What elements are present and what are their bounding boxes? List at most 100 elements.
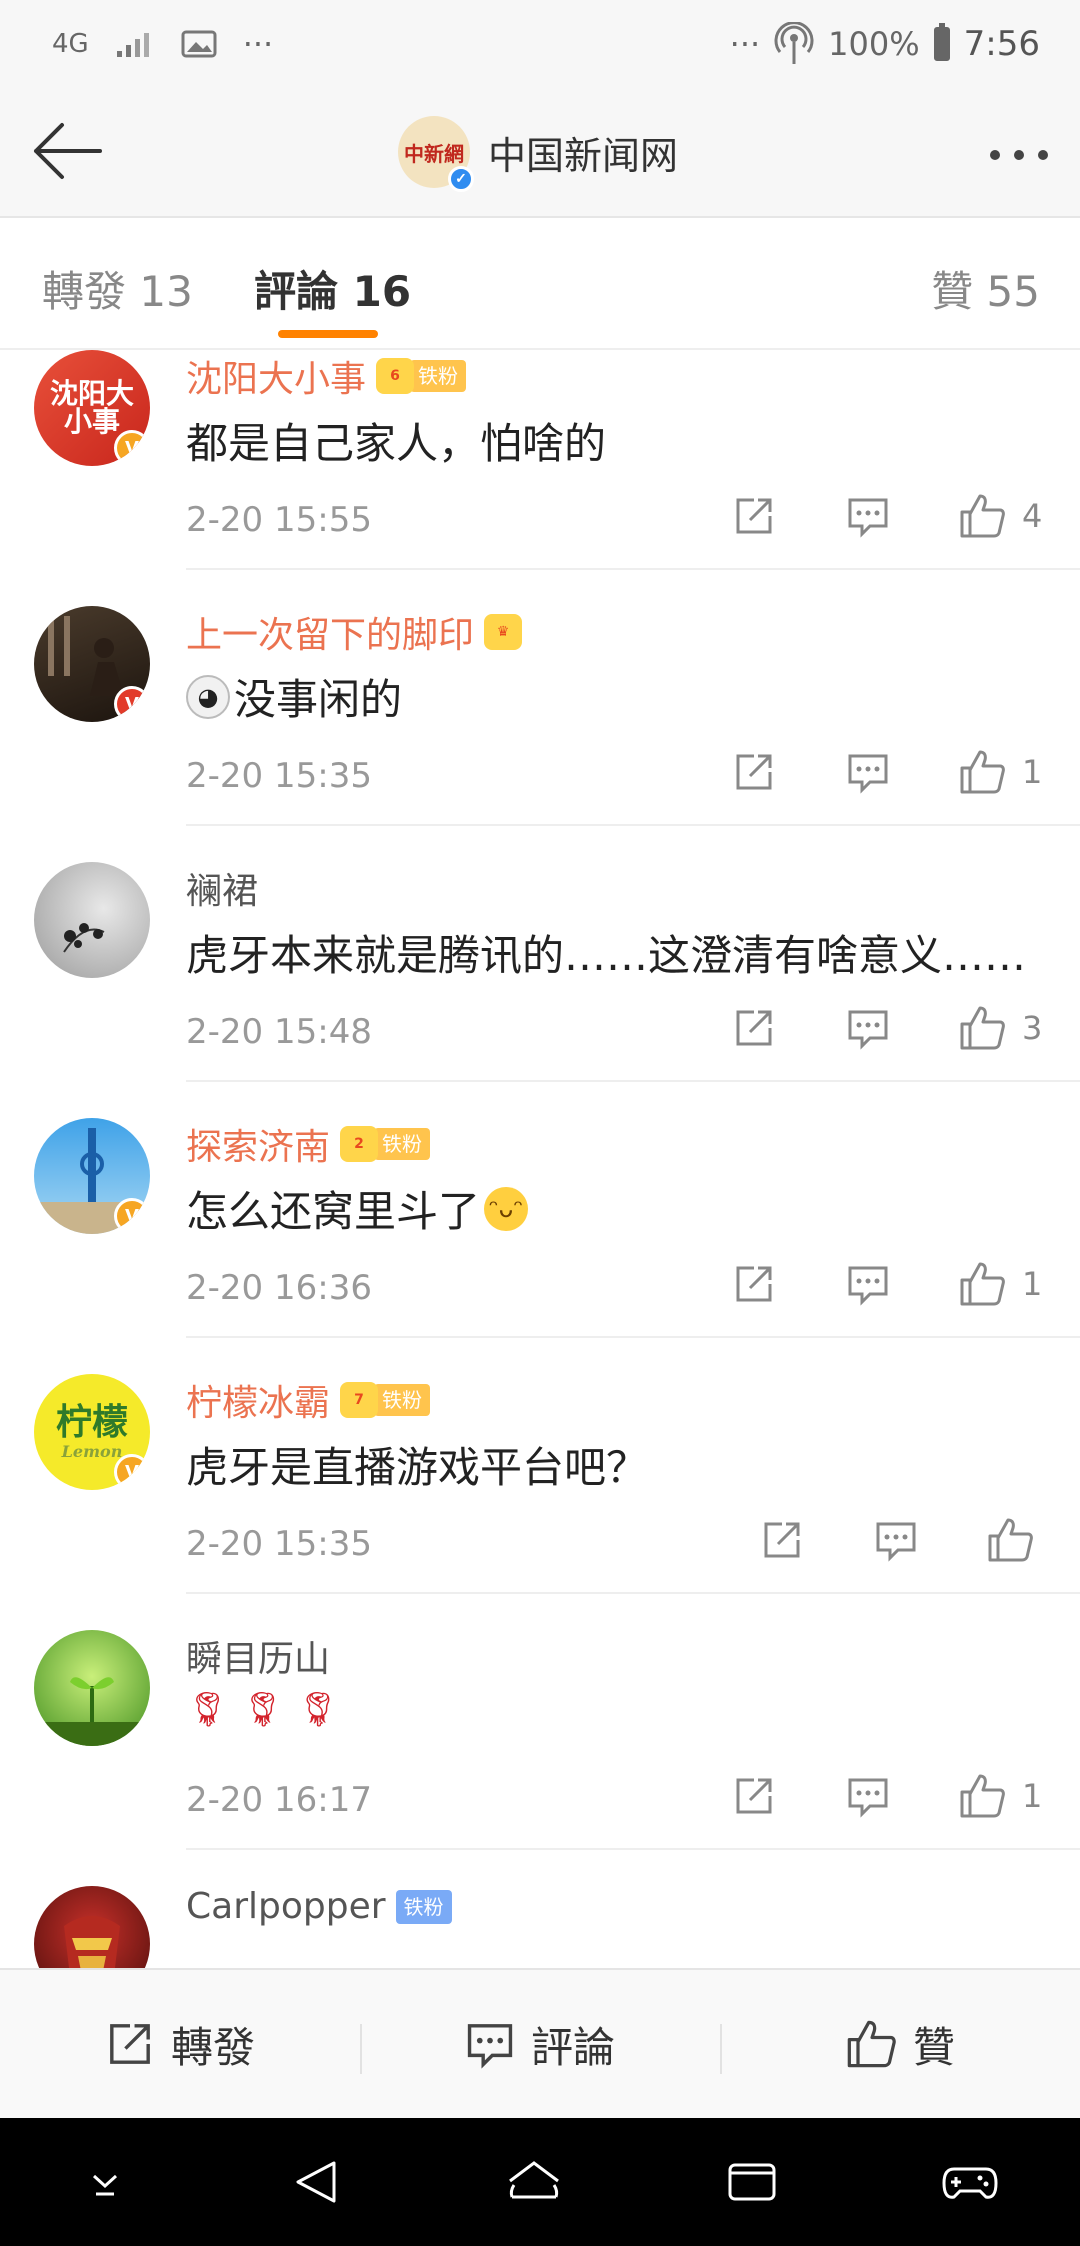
avatar[interactable]: [34, 1886, 150, 1970]
repost-icon: [110, 2024, 150, 2064]
avatar[interactable]: V: [34, 606, 150, 722]
battery-percent: 100%: [828, 25, 920, 63]
like-count: 1: [1022, 1265, 1043, 1303]
repost-button[interactable]: 轉發: [0, 2014, 360, 2075]
more-options-button[interactable]: [990, 150, 1048, 160]
comment-item[interactable]: V 探索济南 2 铁粉 怎么还窝里斗了 ᵔᴗᵔ 2-20 16:36 1: [0, 1118, 1080, 1374]
comment-username[interactable]: 瞬目历山: [186, 1630, 330, 1682]
system-nav-bar: [0, 2118, 1080, 2246]
comment-time: 2-20 15:35: [186, 1524, 372, 1564]
comment-username-row: Carlpopper 铁粉: [186, 1886, 452, 1927]
avatar[interactable]: [34, 862, 150, 978]
fan-badge[interactable]: 2 铁粉: [340, 1125, 431, 1163]
panda-emoji-icon: ◕: [186, 674, 230, 719]
repost-comment-button[interactable]: [732, 494, 776, 538]
more-dot-icon: [1014, 150, 1024, 160]
reply-comment-button[interactable]: [846, 1262, 890, 1306]
comment-username[interactable]: Carlpopper: [186, 1886, 386, 1927]
avatar[interactable]: 柠檬 Lemon V: [34, 1374, 150, 1490]
rose-emoji-icon: 🌹︎: [241, 1690, 285, 1730]
game-controller-icon[interactable]: [940, 2157, 1000, 2207]
repost-comment-button[interactable]: [732, 1006, 776, 1050]
thumbs-up-icon: [847, 2020, 896, 2068]
comment-username[interactable]: 沈阳大小事: [186, 350, 366, 402]
thumbs-up-icon: [960, 1006, 1005, 1050]
account-title[interactable]: 中新網 ✓ 中国新闻网: [398, 116, 678, 192]
thumbs-up-icon: [960, 1262, 1005, 1306]
crown-badge[interactable]: ♛: [484, 613, 523, 651]
tab-comments[interactable]: 評論 16: [254, 258, 411, 319]
fan-badge[interactable]: 6 铁粉: [376, 357, 467, 395]
avatar[interactable]: V: [34, 1118, 150, 1234]
fan-badge-label[interactable]: 铁粉: [395, 1889, 452, 1924]
comment-item[interactable]: Carlpopper 铁粉: [0, 1886, 1080, 1970]
reply-comment-button[interactable]: [874, 1518, 918, 1562]
like-comment-button[interactable]: 1: [958, 1772, 1042, 1820]
reply-comment-button[interactable]: [846, 1774, 890, 1818]
hide-keyboard-icon[interactable]: [80, 2162, 130, 2202]
comment-item[interactable]: 沈阳大小事 V 沈阳大小事 6 铁粉 都是自己家人，怕啥的 2-20 15:55…: [0, 350, 1080, 606]
comment-item[interactable]: 襕裙 虎牙本来就是腾讯的……这澄清有啥意义…… 2-20 15:48 3: [0, 862, 1080, 1118]
back-nav-icon[interactable]: [290, 2155, 344, 2209]
verified-orange-icon: V: [114, 1198, 150, 1234]
top-nav-bar: 中新網 ✓ 中国新闻网: [0, 88, 1080, 218]
repost-comment-button[interactable]: [760, 1518, 804, 1562]
account-avatar[interactable]: 中新網 ✓: [398, 116, 474, 192]
like-comment-button[interactable]: 3: [958, 1004, 1042, 1052]
like-button[interactable]: 贊: [720, 2014, 1080, 2075]
repost-comment-button[interactable]: [732, 1774, 776, 1818]
image-icon: [181, 30, 217, 58]
comment-text: 虎牙本来就是腾讯的……这澄清有啥意义……: [186, 931, 1027, 980]
comment-time: 2-20 15:48: [186, 1012, 372, 1052]
fan-badge-label: 铁粉: [374, 1384, 431, 1416]
like-count: 1: [1022, 1777, 1043, 1815]
comment-icon: [467, 2024, 513, 2069]
repost-comment-button[interactable]: [732, 750, 776, 794]
reply-comment-button[interactable]: [846, 750, 890, 794]
avatar[interactable]: [34, 1630, 150, 1746]
comment-text: 怎么还窝里斗了: [186, 1187, 481, 1236]
comment-list[interactable]: 沈阳大小事 V 沈阳大小事 6 铁粉 都是自己家人，怕啥的 2-20 15:55…: [0, 350, 1080, 1970]
tab-likes[interactable]: 贊 55: [931, 258, 1040, 319]
avatar-photo: [63, 923, 105, 953]
status-bar: 4G ··· ··· 100% 7:56: [0, 0, 1080, 88]
verified-blue-icon: ✓: [448, 166, 474, 192]
back-button[interactable]: [28, 116, 108, 186]
more-dot-icon: [990, 150, 1000, 160]
repost-icon: [736, 498, 772, 534]
comment-username[interactable]: 探索济南: [186, 1118, 330, 1170]
repost-comment-button[interactable]: [732, 1262, 776, 1306]
crown-level: 7: [354, 1392, 364, 1408]
like-comment-button[interactable]: [986, 1516, 1034, 1564]
tab-repost[interactable]: 轉發 13: [42, 258, 193, 319]
comment-icon: [848, 754, 888, 794]
reply-comment-button[interactable]: [846, 1006, 890, 1050]
like-comment-button[interactable]: 4: [958, 492, 1042, 540]
like-count: 3: [1022, 1009, 1043, 1047]
laughing-emoji-icon: ᵔᴗᵔ: [484, 1186, 529, 1231]
fan-badge[interactable]: 7 铁粉: [340, 1381, 431, 1419]
divider: [186, 568, 1080, 570]
comment-time: 2-20 15:55: [186, 500, 372, 540]
comment-item[interactable]: V 上一次留下的脚印 ♛ ◕ 没事闲的 2-20 15:35 1: [0, 606, 1080, 862]
comment-username[interactable]: 上一次留下的脚印: [186, 606, 474, 658]
reply-comment-button[interactable]: [846, 494, 890, 538]
comment-username[interactable]: 柠檬冰霸: [186, 1374, 330, 1426]
comment-username-row: 襕裙: [186, 862, 258, 914]
divider: [186, 1848, 1080, 1850]
avatar-photo: [64, 1916, 120, 1970]
like-comment-button[interactable]: 1: [958, 748, 1042, 796]
comment-item[interactable]: 柠檬 Lemon V 柠檬冰霸 7 铁粉 虎牙是直播游戏平台吧？ 2-20 15…: [0, 1374, 1080, 1630]
hotspot-icon: [774, 22, 814, 64]
comment-username[interactable]: 襕裙: [186, 862, 258, 914]
avatar[interactable]: 沈阳大小事 V: [34, 350, 150, 466]
recent-apps-icon[interactable]: [724, 2157, 780, 2207]
signal-icon: [116, 33, 149, 57]
like-comment-button[interactable]: 1: [958, 1260, 1042, 1308]
verified-red-icon: V: [114, 686, 150, 722]
comment-item[interactable]: 瞬目历山 🌹︎ 🌹︎ 🌹︎ 2-20 16:17 1: [0, 1630, 1080, 1886]
comment-time: 2-20 15:35: [186, 756, 372, 796]
home-nav-icon[interactable]: [504, 2155, 564, 2209]
comment-button[interactable]: 評論: [360, 2014, 720, 2075]
repost-icon: [736, 1266, 772, 1302]
